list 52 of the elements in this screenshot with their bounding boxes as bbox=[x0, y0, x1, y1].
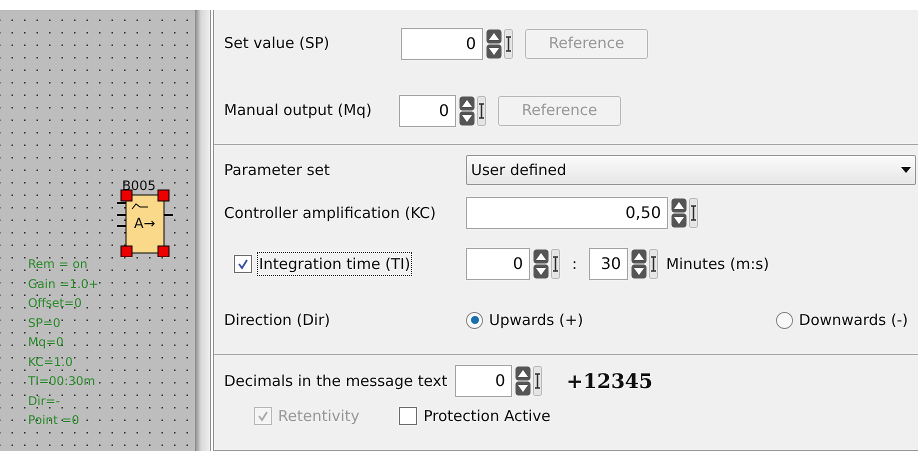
field-label: Decimals in the message text bbox=[224, 370, 448, 392]
number-field[interactable]: 0 bbox=[466, 248, 530, 280]
checkbox[interactable] bbox=[234, 255, 252, 273]
function-block[interactable] bbox=[116, 189, 174, 257]
radio-button[interactable] bbox=[466, 312, 483, 328]
time-separator: : bbox=[572, 254, 578, 275]
block-label: B005 bbox=[122, 180, 156, 193]
spin-arrows-icon[interactable] bbox=[533, 249, 549, 279]
checkbox-label[interactable]: Protection Active bbox=[423, 405, 551, 428]
parameter-annotation: Point =0 bbox=[28, 412, 80, 429]
dropdown-arrow-icon bbox=[901, 167, 911, 173]
field-label: Set value (SP) bbox=[224, 33, 330, 54]
checkbox-label[interactable]: Integration time (TI) bbox=[257, 252, 412, 276]
i-beam-icon[interactable] bbox=[504, 28, 513, 58]
field-label: Direction (Dir) bbox=[224, 310, 332, 331]
spin-arrows-icon[interactable] bbox=[459, 96, 475, 126]
i-beam-icon[interactable] bbox=[477, 96, 486, 126]
number-preview: +12345 bbox=[566, 368, 653, 395]
radio-option[interactable]: Upwards (+) bbox=[466, 308, 584, 332]
number-field[interactable]: 0,50 bbox=[466, 197, 668, 229]
i-beam-icon[interactable] bbox=[649, 249, 658, 279]
parameter-annotation: Dir=- bbox=[28, 392, 61, 410]
radio-button[interactable] bbox=[776, 312, 793, 328]
number-field[interactable]: 30 bbox=[589, 248, 628, 280]
parameter-annotation: SP=0 bbox=[28, 314, 62, 332]
radio-option[interactable]: Downwards (-) bbox=[776, 308, 908, 332]
number-field[interactable]: 0 bbox=[455, 365, 512, 397]
parameter-annotation: Gain =1.0+ bbox=[28, 276, 99, 292]
number-field[interactable]: 0 bbox=[401, 28, 483, 60]
parameter-annotation: Offset=0 bbox=[28, 295, 83, 312]
field-label: Parameter set bbox=[224, 160, 331, 181]
checkmark-icon bbox=[237, 258, 249, 270]
checkmark-icon bbox=[257, 410, 269, 422]
spin-arrows-icon[interactable] bbox=[631, 249, 648, 279]
parameter-set-dropdown[interactable]: User defined bbox=[466, 155, 916, 185]
number-field[interactable]: 0 bbox=[399, 94, 456, 126]
spin-arrows-icon[interactable] bbox=[486, 28, 502, 58]
i-beam-icon[interactable] bbox=[551, 249, 560, 279]
block-symbol: A→ bbox=[134, 217, 156, 231]
parameter-annotation: Rem = on bbox=[28, 256, 89, 273]
i-beam-icon[interactable] bbox=[533, 366, 542, 396]
field-label: Controller amplification (KC) bbox=[224, 202, 437, 224]
field-label: Manual output (Mq) bbox=[224, 100, 373, 122]
splitter[interactable] bbox=[195, 10, 211, 451]
unit-label: Minutes (m:s) bbox=[666, 254, 770, 275]
spin-arrows-icon[interactable] bbox=[671, 198, 687, 228]
checkbox[interactable] bbox=[399, 407, 418, 426]
parameter-annotation: KC=1.0 bbox=[28, 354, 74, 370]
parameter-annotation: Mq=0 bbox=[28, 334, 65, 351]
i-beam-icon[interactable] bbox=[689, 198, 698, 228]
parameter-annotation: TI=00:30m bbox=[28, 373, 96, 390]
spin-arrows-icon[interactable] bbox=[515, 366, 532, 396]
